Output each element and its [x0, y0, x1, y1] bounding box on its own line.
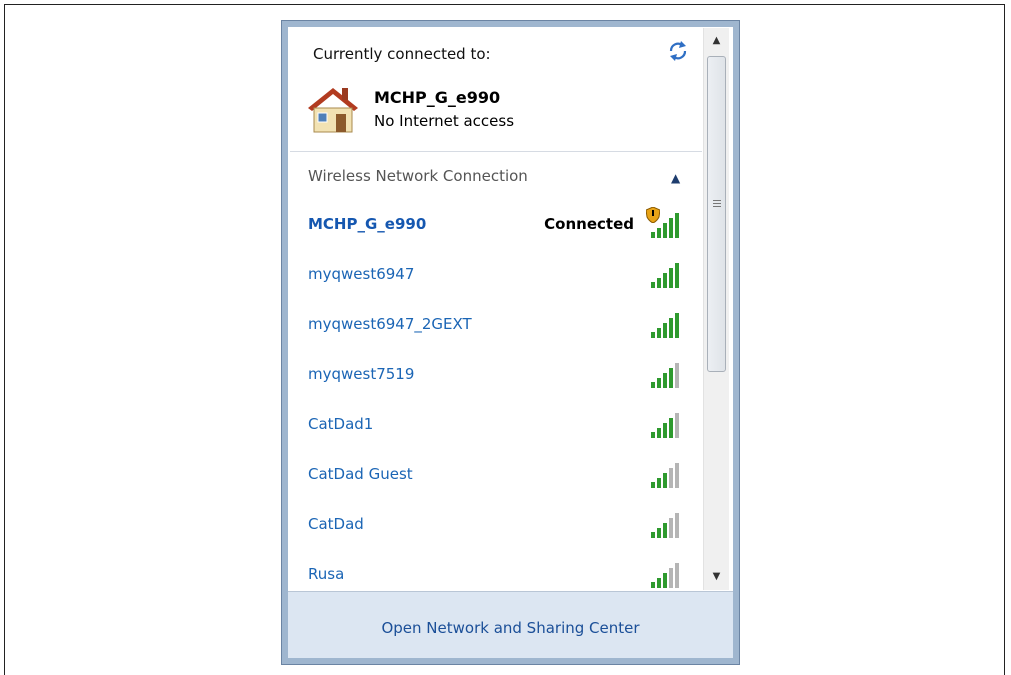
flyout-footer: Open Network and Sharing Center — [288, 591, 733, 658]
network-name: MCHP_G_e990 — [308, 215, 427, 233]
scroll-up-arrow-icon[interactable]: ▲ — [704, 28, 729, 54]
section-wireless-label[interactable]: Wireless Network Connection — [308, 167, 528, 185]
security-shield-icon — [646, 207, 660, 223]
refresh-icon[interactable] — [667, 40, 689, 62]
header-divider — [290, 151, 702, 152]
network-name: myqwest6947_2GEXT — [308, 315, 472, 333]
network-row[interactable]: myqwest6947 — [290, 257, 703, 293]
signal-strength-icon — [651, 413, 679, 438]
chevron-up-icon[interactable]: ▲ — [671, 171, 680, 185]
network-row[interactable]: MCHP_G_e990 Connected — [290, 207, 703, 243]
grip-icon — [713, 200, 721, 208]
signal-strength-icon — [651, 463, 679, 488]
network-row[interactable]: CatDad — [290, 507, 703, 543]
signal-strength-icon — [651, 313, 679, 338]
signal-strength-icon — [651, 263, 679, 288]
network-row[interactable]: CatDad Guest — [290, 457, 703, 493]
network-name: Rusa — [308, 565, 345, 583]
network-name: CatDad — [308, 515, 364, 533]
network-status: Connected — [544, 215, 634, 233]
network-row[interactable]: CatDad1 — [290, 407, 703, 443]
signal-strength-icon — [651, 563, 679, 588]
connected-network-name: MCHP_G_e990 — [374, 88, 501, 107]
home-network-icon — [308, 88, 358, 133]
currently-connected-label: Currently connected to: — [313, 45, 491, 63]
network-name: CatDad1 — [308, 415, 374, 433]
open-network-sharing-center-link[interactable]: Open Network and Sharing Center — [288, 619, 733, 637]
signal-strength-icon — [651, 363, 679, 388]
network-row[interactable]: myqwest6947_2GEXT — [290, 307, 703, 343]
scroll-down-arrow-icon[interactable]: ▼ — [704, 564, 729, 590]
scrollbar[interactable]: ▲ ▼ — [703, 28, 729, 590]
network-row[interactable]: myqwest7519 — [290, 357, 703, 393]
signal-strength-icon — [651, 513, 679, 538]
network-name: myqwest6947 — [308, 265, 415, 283]
connection-status: No Internet access — [374, 112, 515, 130]
network-row[interactable]: Rusa — [290, 557, 703, 593]
network-name: myqwest7519 — [308, 365, 415, 383]
scrollbar-thumb[interactable] — [707, 56, 726, 372]
network-name: CatDad Guest — [308, 465, 413, 483]
